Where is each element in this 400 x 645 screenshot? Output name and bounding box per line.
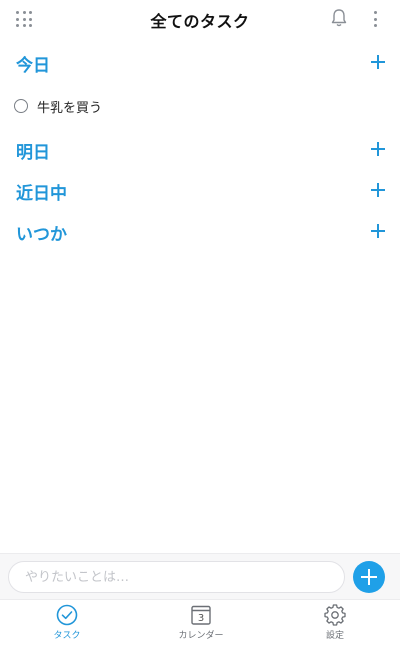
section-title-soon[interactable]: 近日中 [16,179,67,204]
new-task-input[interactable] [8,561,345,593]
bell-icon[interactable] [330,8,348,28]
calendar-icon: 3 [191,605,211,625]
section-today: 今日 [16,51,386,76]
top-app-bar: 全てのタスク [0,0,400,38]
task-checkbox[interactable] [14,99,28,113]
check-circle-icon [56,604,78,626]
nav-label-tasks: タスク [53,631,81,641]
section-tomorrow: 明日 [16,138,386,163]
gear-icon [324,604,346,626]
nav-tab-tasks[interactable]: タスク [27,604,107,644]
section-title-today[interactable]: 今日 [16,51,50,76]
task-item[interactable]: 牛乳を買う [14,95,384,117]
new-task-bar [0,553,400,599]
nav-label-settings: 設定 [325,631,344,641]
add-task-someday-icon[interactable] [370,223,386,239]
section-someday: いつか [16,220,386,245]
nav-label-calendar: カレンダー [178,631,224,641]
add-task-soon-icon[interactable] [370,182,386,198]
section-title-tomorrow[interactable]: 明日 [16,138,50,163]
add-task-button[interactable] [353,561,385,593]
calendar-icon-number: 3 [198,613,204,624]
add-task-tomorrow-icon[interactable] [370,141,386,157]
nav-tab-calendar[interactable]: 3 カレンダー [161,604,241,644]
section-soon: 近日中 [16,179,386,204]
section-title-someday[interactable]: いつか [16,220,67,245]
more-vertical-icon[interactable] [373,11,377,27]
task-label: 牛乳を買う [37,101,103,116]
nav-tab-settings[interactable]: 設定 [295,604,375,644]
bottom-navigation: タスク 3 カレンダー 設定 [0,599,400,645]
add-task-today-icon[interactable] [370,54,386,70]
